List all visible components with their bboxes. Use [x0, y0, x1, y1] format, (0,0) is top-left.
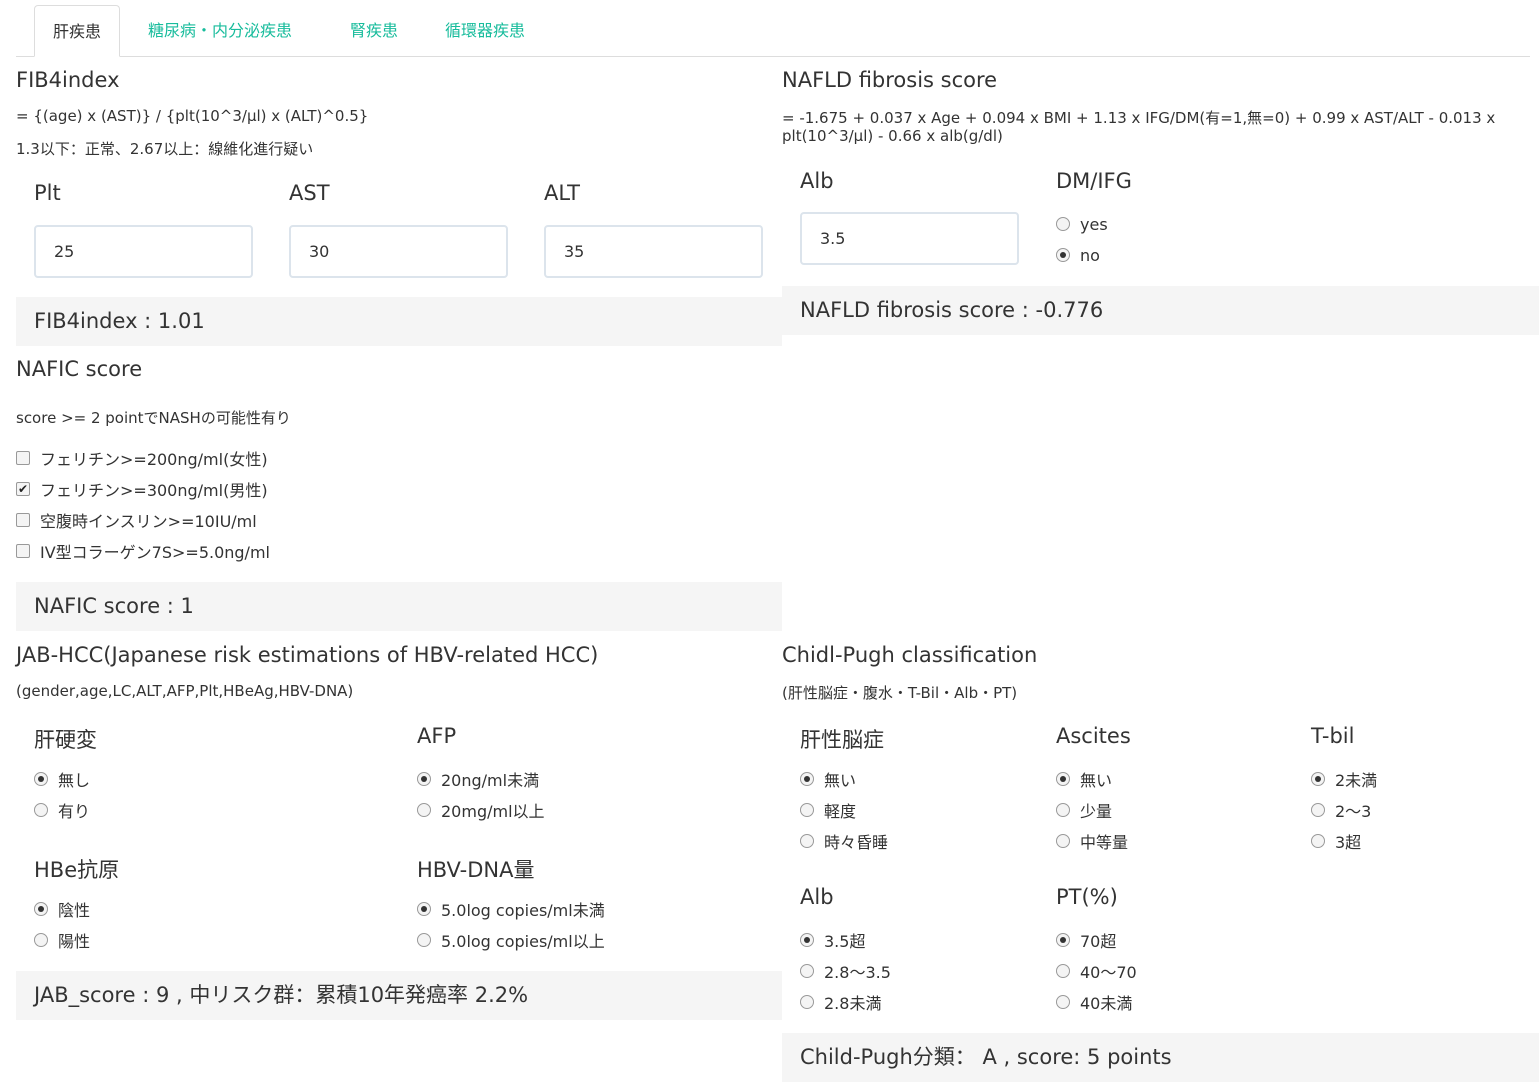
cp-alb-mid-radio[interactable]: 2.8～3.5 — [800, 961, 891, 982]
radio-selected-icon[interactable] — [34, 772, 48, 786]
radio-icon[interactable] — [417, 933, 431, 947]
nafic-check-ferritin-male[interactable]: ✔ フェリチン>=300ng/ml(男性) — [16, 479, 268, 500]
asc-small-radio[interactable]: 少量 — [1056, 800, 1112, 821]
enc-none-radio[interactable]: 無い — [800, 769, 856, 790]
nafld-alb-label: Alb — [800, 169, 834, 193]
encephalopathy-label: 肝性脳症 — [800, 728, 884, 752]
cp-alb-low-radio[interactable]: 2.8未満 — [800, 992, 881, 1013]
radio-selected-icon[interactable] — [800, 933, 814, 947]
tbil-low-radio[interactable]: 2未満 — [1311, 769, 1377, 790]
childpugh-title: Chidl-Pugh classification — [782, 643, 1038, 667]
asc-moderate-radio[interactable]: 中等量 — [1056, 831, 1128, 852]
checkbox-icon[interactable] — [16, 513, 30, 527]
radio-icon[interactable] — [1056, 964, 1070, 978]
pt-label: PT(%) — [1056, 885, 1118, 909]
ast-input[interactable]: 30 — [289, 225, 508, 278]
nafic-check-insulin[interactable]: 空腹時インスリン>=10IU/ml — [16, 510, 257, 531]
afp-label: AFP — [417, 724, 457, 748]
enc-coma-radio[interactable]: 時々昏睡 — [800, 831, 888, 852]
cp-alb-high-radio[interactable]: 3.5超 — [800, 930, 865, 951]
fib4-result: FIB4index : 1.01 — [16, 297, 782, 346]
hbe-positive-radio[interactable]: 陽性 — [34, 930, 90, 951]
lc-label: 肝硬変 — [34, 728, 97, 752]
afp-high-radio[interactable]: 20mg/ml以上 — [417, 800, 545, 821]
childpugh-sub: (肝性脳症・腹水・T-Bil・Alb・PT) — [782, 684, 1018, 702]
radio-selected-icon[interactable] — [1056, 933, 1070, 947]
fib4-note: 1.3以下：正常、2.67以上：線維化進行疑い — [16, 140, 314, 158]
hbv-dna-label: HBV-DNA量 — [417, 858, 535, 882]
lc-none-radio[interactable]: 無し — [34, 769, 90, 790]
ascites-label: Ascites — [1056, 724, 1131, 748]
plt-input[interactable]: 25 — [34, 225, 253, 278]
tbil-mid-radio[interactable]: 2～3 — [1311, 800, 1371, 821]
radio-selected-icon[interactable] — [1311, 772, 1325, 786]
tbil-high-radio[interactable]: 3超 — [1311, 831, 1361, 852]
cp-alb-label: Alb — [800, 885, 834, 909]
hbe-negative-radio[interactable]: 陰性 — [34, 899, 90, 920]
radio-icon[interactable] — [800, 803, 814, 817]
pt-high-radio[interactable]: 70超 — [1056, 930, 1116, 951]
ast-label: AST — [289, 181, 330, 205]
nafic-result: NAFIC score : 1 — [16, 582, 782, 631]
lc-yes-radio[interactable]: 有り — [34, 800, 90, 821]
alt-input[interactable]: 35 — [544, 225, 763, 278]
radio-selected-icon[interactable] — [1056, 772, 1070, 786]
nafic-title: NAFIC score — [16, 357, 143, 381]
pt-mid-radio[interactable]: 40～70 — [1056, 961, 1137, 982]
nafld-result: NAFLD fibrosis score : -0.776 — [782, 286, 1539, 335]
nafld-formula-line2: plt(10^3/μl) - 0.66 x alb(g/dl) — [782, 127, 1003, 145]
hbe-label: HBe抗原 — [34, 858, 120, 882]
nafic-check-ferritin-female[interactable]: フェリチン>=200ng/ml(女性) — [16, 448, 268, 469]
pt-low-radio[interactable]: 40未満 — [1056, 992, 1132, 1013]
checkbox-icon[interactable] — [16, 451, 30, 465]
dna-high-radio[interactable]: 5.0log copies/ml以上 — [417, 930, 605, 951]
jab-title: JAB-HCC(Japanese risk estimations of HBV… — [16, 643, 599, 667]
radio-icon[interactable] — [1311, 834, 1325, 848]
enc-mild-radio[interactable]: 軽度 — [800, 800, 856, 821]
checkbox-checked-icon[interactable]: ✔ — [16, 482, 30, 496]
jab-sub: (gender,age,LC,ALT,AFP,Plt,HBeAg,HBV-DNA… — [16, 682, 354, 700]
jab-result: JAB_score : 9 , 中リスク群：累積10年発癌率 2.2% — [16, 971, 782, 1020]
radio-icon[interactable] — [1056, 803, 1070, 817]
radio-icon[interactable] — [800, 834, 814, 848]
dm-no-radio[interactable]: no — [1056, 245, 1100, 265]
dna-low-radio[interactable]: 5.0log copies/ml未満 — [417, 899, 605, 920]
tab-kidney[interactable]: 腎疾患 — [332, 5, 416, 57]
radio-icon[interactable] — [800, 995, 814, 1009]
nafld-formula-line1: = -1.675 + 0.037 x Age + 0.094 x BMI + 1… — [782, 109, 1496, 127]
tab-cardiovascular[interactable]: 循環器疾患 — [427, 5, 543, 57]
childpugh-result: Child-Pugh分類： A , score: 5 points — [782, 1033, 1539, 1082]
radio-selected-icon[interactable] — [800, 772, 814, 786]
tab-bar: 肝疾患 糖尿病・内分泌疾患 腎疾患 循環器疾患 — [16, 5, 1530, 57]
nafld-alb-input[interactable]: 3.5 — [800, 212, 1019, 265]
tbil-label: T-bil — [1311, 724, 1355, 748]
radio-selected-icon[interactable] — [1056, 248, 1070, 262]
radio-icon[interactable] — [34, 933, 48, 947]
nafld-title: NAFLD fibrosis score — [782, 68, 998, 92]
radio-icon[interactable] — [34, 803, 48, 817]
asc-none-radio[interactable]: 無い — [1056, 769, 1112, 790]
radio-selected-icon[interactable] — [34, 902, 48, 916]
plt-label: Plt — [34, 181, 61, 205]
fib4-formula: = {(age) x (AST)} / {plt(10^3/μl) x (ALT… — [16, 107, 369, 125]
radio-icon[interactable] — [1056, 834, 1070, 848]
tab-diabetes-endocrine[interactable]: 糖尿病・内分泌疾患 — [130, 5, 310, 57]
radio-icon[interactable] — [1056, 995, 1070, 1009]
tab-liver[interactable]: 肝疾患 — [34, 5, 121, 57]
radio-icon[interactable] — [1311, 803, 1325, 817]
alt-label: ALT — [544, 181, 581, 205]
radio-icon[interactable] — [800, 964, 814, 978]
radio-selected-icon[interactable] — [417, 902, 431, 916]
radio-selected-icon[interactable] — [417, 772, 431, 786]
checkbox-icon[interactable] — [16, 544, 30, 558]
afp-low-radio[interactable]: 20ng/ml未満 — [417, 769, 539, 790]
nafic-note: score >= 2 pointでNASHの可能性有り — [16, 409, 291, 427]
radio-icon[interactable] — [1056, 217, 1070, 231]
radio-icon[interactable] — [417, 803, 431, 817]
nafic-check-collagen[interactable]: IV型コラーゲン7S>=5.0ng/ml — [16, 541, 270, 562]
dm-ifg-label: DM/IFG — [1056, 169, 1132, 193]
fib4-title: FIB4index — [16, 68, 120, 92]
dm-yes-radio[interactable]: yes — [1056, 214, 1108, 234]
